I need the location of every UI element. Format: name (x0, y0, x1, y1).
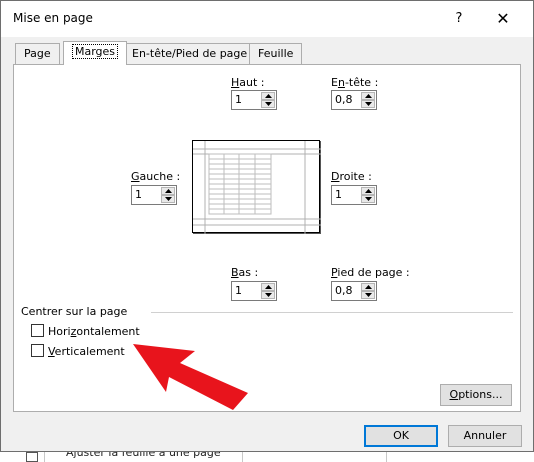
tab-label: Marges (72, 44, 119, 59)
group-divider (151, 312, 513, 313)
spin-up-button[interactable] (261, 283, 275, 291)
caret-up-icon (264, 285, 272, 289)
droite-spinner[interactable]: 1 (331, 185, 377, 205)
close-button[interactable]: ✕ (483, 5, 523, 33)
haut-value[interactable]: 1 (235, 93, 242, 106)
tab-label: Page (24, 47, 51, 60)
pied-de-page-value[interactable]: 0,8 (335, 284, 353, 297)
centrer-group-title: Centrer sur la page (21, 305, 128, 318)
caret-down-icon (164, 197, 172, 201)
caret-down-icon (364, 102, 372, 106)
caret-up-icon (364, 189, 372, 193)
pied-de-page-spinner[interactable]: 0,8 (331, 281, 377, 301)
en-tete-label: En-tête : (331, 76, 379, 89)
page-preview (192, 140, 321, 234)
droite-value[interactable]: 1 (335, 188, 342, 201)
en-tete-spinner[interactable]: 0,8 (331, 90, 377, 110)
caret-up-icon (264, 94, 272, 98)
help-button[interactable]: ? (439, 5, 479, 33)
gauche-value[interactable]: 1 (135, 188, 142, 201)
spin-up-button[interactable] (261, 92, 275, 100)
bas-spinner[interactable]: 1 (231, 281, 277, 301)
verticalement-label[interactable]: Verticalement (48, 345, 125, 358)
options-button[interactable]: Options... (440, 384, 512, 406)
tab-feuille[interactable]: Feuille (249, 43, 303, 64)
horizontalement-label[interactable]: Horizontalement (48, 325, 140, 338)
en-tete-value[interactable]: 0,8 (335, 93, 353, 106)
spin-down-button[interactable] (261, 100, 275, 108)
haut-label: Haut : (231, 76, 265, 89)
pied-de-page-label: Pied de page : (331, 266, 410, 279)
haut-spinner[interactable]: 1 (231, 90, 277, 110)
gauche-label: Gauche : (131, 170, 181, 183)
spin-down-button[interactable] (261, 291, 275, 299)
caret-down-icon (364, 197, 372, 201)
spin-down-button[interactable] (361, 100, 375, 108)
tab-page[interactable]: Page (15, 43, 60, 64)
spin-up-button[interactable] (361, 92, 375, 100)
tab-label: En-tête/Pied de page (132, 47, 248, 60)
caret-down-icon (264, 102, 272, 106)
caret-up-icon (364, 94, 372, 98)
tab-label: Feuille (258, 47, 294, 60)
bas-value[interactable]: 1 (235, 284, 242, 297)
spin-down-button[interactable] (161, 195, 175, 203)
spin-up-button[interactable] (361, 283, 375, 291)
spin-up-button[interactable] (161, 187, 175, 195)
verticalement-checkbox[interactable] (31, 344, 44, 357)
gauche-spinner[interactable]: 1 (131, 185, 177, 205)
marges-panel (13, 64, 521, 412)
horizontalement-checkbox[interactable] (31, 324, 44, 337)
tab-marges[interactable]: Marges (63, 41, 128, 65)
annuler-button[interactable]: Annuler (448, 425, 522, 447)
spin-up-button[interactable] (361, 187, 375, 195)
spin-down-button[interactable] (361, 195, 375, 203)
ok-button[interactable]: OK (364, 425, 438, 447)
tab-en-tete-pied-de-page[interactable]: En-tête/Pied de page (123, 43, 257, 64)
caret-up-icon (364, 285, 372, 289)
page-preview-graphic (193, 141, 321, 234)
caret-down-icon (264, 293, 272, 297)
caret-up-icon (164, 189, 172, 193)
page-setup-dialog: Mise en page ? ✕ Page Marges En-tête/Pie… (0, 0, 534, 452)
dialog-title: Mise en page (13, 11, 93, 25)
bas-label: Bas : (231, 266, 259, 279)
background-checkbox (26, 452, 38, 462)
spin-down-button[interactable] (361, 291, 375, 299)
caret-down-icon (364, 293, 372, 297)
droite-label: Droite : (331, 170, 372, 183)
